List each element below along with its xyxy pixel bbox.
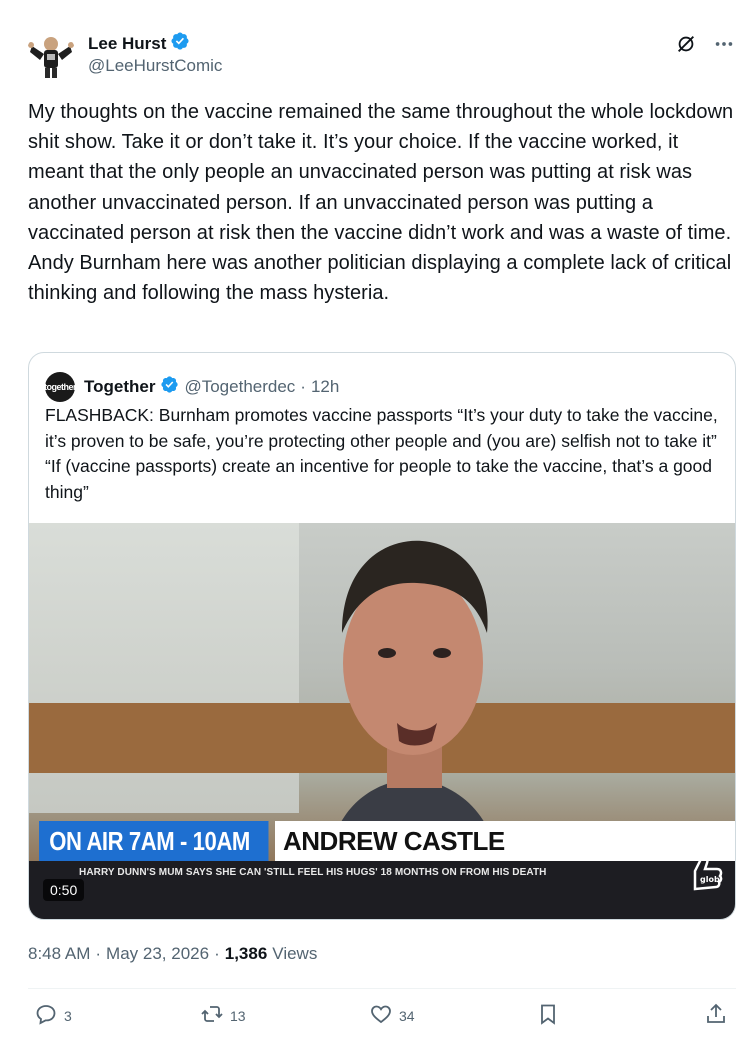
tweet-time[interactable]: 8:48 AM (28, 944, 90, 964)
video-player[interactable]: ON AIR 7AM - 10AM ANDREW CASTLE HARRY DU… (29, 523, 735, 919)
verified-badge-icon (160, 375, 179, 399)
divider (28, 988, 736, 989)
quoted-tweet-header: together Together @Togetherdec · 12h (44, 372, 339, 402)
reply-count: 3 (64, 1007, 72, 1024)
tweet-text: My thoughts on the vaccine remained the … (28, 101, 734, 305)
repost-count: 13 (230, 1007, 246, 1024)
separator-dot: · (95, 944, 102, 963)
reply-button[interactable]: 3 (34, 1002, 72, 1029)
ticker-text: HARRY DUNN'S MUM SAYS SHE CAN 'STILL FEE… (79, 867, 547, 878)
news-ticker: HARRY DUNN'S MUM SAYS SHE CAN 'STILL FEE… (29, 861, 735, 919)
separator-dot: · (300, 377, 306, 396)
like-button[interactable]: 34 (369, 1002, 415, 1029)
quoted-avatar[interactable]: together (44, 372, 77, 402)
grok-icon[interactable] (674, 32, 698, 56)
verified-badge-icon[interactable] (170, 31, 190, 56)
heart-icon (369, 1002, 393, 1029)
avatar[interactable] (26, 30, 76, 80)
views-count: 1,386 (224, 944, 268, 963)
action-bar: 3 13 34 (28, 1002, 736, 1032)
author-handle[interactable]: @LeeHurstComic (88, 56, 222, 76)
quoted-tweet-text: FLASHBACK: Burnham promotes vaccine pass… (45, 405, 718, 502)
tweet-date[interactable]: May 23, 2026 (106, 944, 209, 964)
reply-icon (34, 1002, 58, 1029)
like-count: 34 (399, 1007, 415, 1024)
video-duration: 0:50 (43, 879, 85, 901)
channel-logo: glob (683, 849, 727, 893)
quoted-author-name[interactable]: Together (84, 377, 155, 397)
repost-icon (200, 1002, 224, 1029)
views-label: Views (272, 944, 318, 963)
share-icon (704, 1002, 728, 1029)
lower-third: ON AIR 7AM - 10AM ANDREW CASTLE (39, 821, 735, 861)
quoted-timestamp[interactable]: 12h (311, 377, 339, 397)
repost-button[interactable]: 13 (200, 1002, 246, 1029)
share-button[interactable] (704, 1002, 728, 1029)
presenter-name: ANDREW CASTLE (275, 821, 735, 861)
bookmark-button[interactable] (536, 1002, 560, 1029)
more-icon[interactable] (712, 32, 736, 56)
quoted-author-handle[interactable]: @Togetherdec (184, 377, 295, 397)
tweet-meta: 8:48 AM · May 23, 2026 · 1,386 Views (28, 944, 317, 964)
quoted-tweet[interactable]: together Together @Togetherdec · 12h FLA… (28, 352, 736, 920)
bookmark-icon (536, 1002, 560, 1029)
channel-logo-text: glob (700, 875, 720, 884)
tweet-header: Lee Hurst @LeeHurstComic (26, 24, 736, 80)
separator-dot: · (214, 944, 220, 963)
author-name[interactable]: Lee Hurst (88, 34, 166, 54)
onair-label: ON AIR 7AM - 10AM (39, 821, 269, 861)
